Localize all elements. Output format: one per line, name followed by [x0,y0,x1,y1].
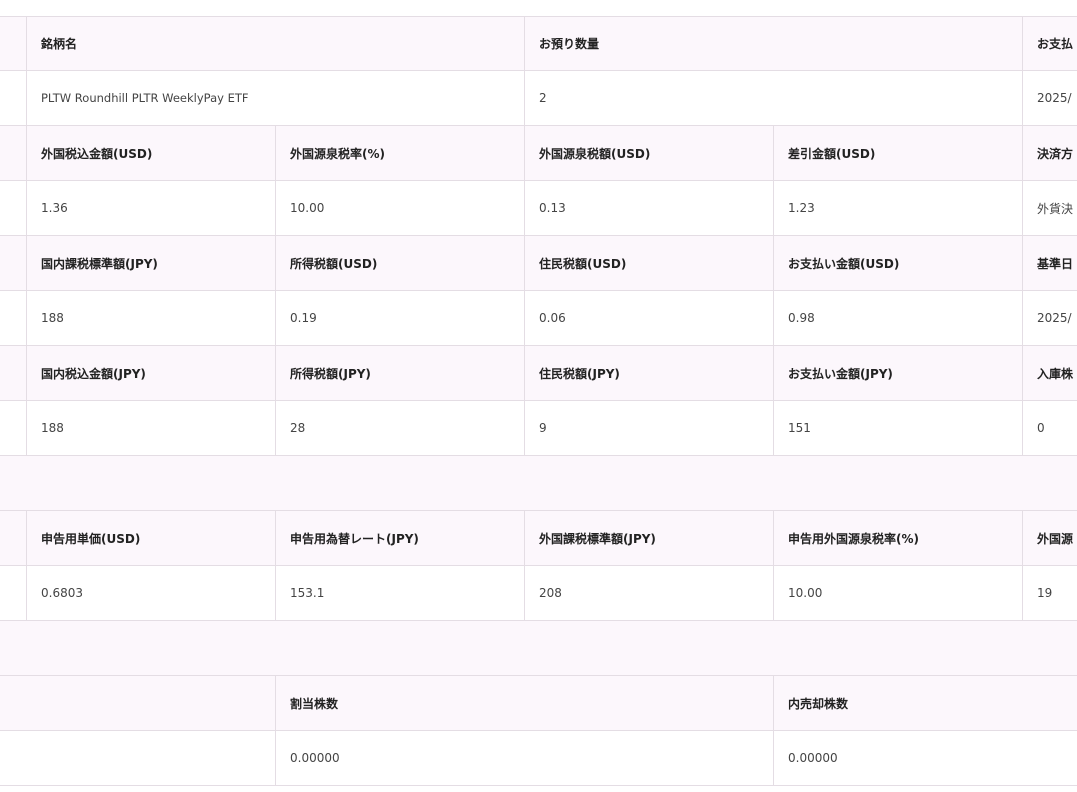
section-separator [0,456,1077,511]
row-spacer [0,181,26,235]
foreign-taxable-jpy-value: 208 [524,566,773,620]
declared-unit-price-usd-value: 0.6803 [26,566,275,620]
foreign-withholding-rate-value: 10.00 [275,181,524,235]
declared-withholding-rate-value: 10.00 [773,566,1022,620]
row-spacer [0,346,26,400]
header-foreign-withholding-rate: 外国源泉税率(%) [275,126,524,180]
net-amount-usd-value: 1.23 [773,181,1022,235]
row-spacer [0,731,275,785]
header-domestic-gross-jpy: 国内税込金額(JPY) [26,346,275,400]
income-tax-usd-value: 0.19 [275,291,524,345]
header-payment-amount-usd: お支払い金額(USD) [773,236,1022,290]
header-payment-date: お支払 [1022,17,1077,70]
table-row: PLTW Roundhill PLTR WeeklyPay ETF 2 2025… [0,71,1077,126]
row-spacer [0,511,26,565]
header-settlement-method: 決済方 [1022,126,1077,180]
row-spacer [0,401,26,455]
table-header-row: 国内税込金額(JPY) 所得税額(JPY) 住民税額(JPY) お支払い金額(J… [0,346,1077,401]
payment-amount-usd-value: 0.98 [773,291,1022,345]
row-spacer [0,566,26,620]
header-shares-received: 入庫株 [1022,346,1077,400]
header-foreign-gross-usd: 外国税込金額(USD) [26,126,275,180]
foreign-withholding-usd-value: 0.13 [524,181,773,235]
table-row: 1.36 10.00 0.13 1.23 外貨決 [0,181,1077,236]
payment-date-value: 2025/ [1022,71,1077,125]
settlement-method-value: 外貨決 [1022,181,1077,235]
table-header-row: 銘柄名 お預り数量 お支払 [0,16,1077,71]
domestic-taxable-jpy-value: 188 [26,291,275,345]
header-foreign-taxable-jpy: 外国課税標準額(JPY) [524,511,773,565]
payment-amount-jpy-value: 151 [773,401,1022,455]
table-row: 0.00000 0.00000 [0,731,1077,786]
header-declared-withholding-rate: 申告用外国源泉税率(%) [773,511,1022,565]
header-quantity-held: お預り数量 [524,17,1022,70]
row-spacer [0,71,26,125]
section-separator [0,621,1077,676]
domestic-gross-jpy-value: 188 [26,401,275,455]
row-spacer [0,291,26,345]
table-header-row: 申告用単価(USD) 申告用為替レート(JPY) 外国課税標準額(JPY) 申告… [0,511,1077,566]
table-row: 188 0.19 0.06 0.98 2025/ [0,291,1077,346]
row-spacer [0,676,275,730]
resident-tax-usd-value: 0.06 [524,291,773,345]
table-row: 0.6803 153.1 208 10.00 19 [0,566,1077,621]
foreign-withholding-jpy-value: 19 [1022,566,1077,620]
header-foreign-withholding-jpy: 外国源 [1022,511,1077,565]
security-name-value: PLTW Roundhill PLTR WeeklyPay ETF [26,71,524,125]
dividend-detail-view: 銘柄名 お預り数量 お支払 PLTW Roundhill PLTR Weekly… [0,0,1077,792]
header-record-date: 基準日 [1022,236,1077,290]
shares-sold-value: 0.00000 [773,731,1077,785]
shares-received-value: 0 [1022,401,1077,455]
row-spacer [0,126,26,180]
dividend-detail-table: 銘柄名 お預り数量 お支払 PLTW Roundhill PLTR Weekly… [0,16,1077,786]
header-resident-tax-usd: 住民税額(USD) [524,236,773,290]
allotted-shares-value: 0.00000 [275,731,773,785]
row-spacer [0,17,26,70]
header-income-tax-jpy: 所得税額(JPY) [275,346,524,400]
header-domestic-taxable-jpy: 国内課税標準額(JPY) [26,236,275,290]
header-declared-unit-price-usd: 申告用単価(USD) [26,511,275,565]
quantity-held-value: 2 [524,71,1022,125]
table-header-row: 外国税込金額(USD) 外国源泉税率(%) 外国源泉税額(USD) 差引金額(U… [0,126,1077,181]
declared-fx-rate-jpy-value: 153.1 [275,566,524,620]
header-allotted-shares: 割当株数 [275,676,773,730]
header-shares-sold: 内売却株数 [773,676,1077,730]
header-security-name: 銘柄名 [26,17,524,70]
header-income-tax-usd: 所得税額(USD) [275,236,524,290]
header-net-amount-usd: 差引金額(USD) [773,126,1022,180]
income-tax-jpy-value: 28 [275,401,524,455]
row-spacer [0,236,26,290]
foreign-gross-usd-value: 1.36 [26,181,275,235]
table-header-row: 国内課税標準額(JPY) 所得税額(USD) 住民税額(USD) お支払い金額(… [0,236,1077,291]
resident-tax-jpy-value: 9 [524,401,773,455]
table-row: 188 28 9 151 0 [0,401,1077,456]
header-payment-amount-jpy: お支払い金額(JPY) [773,346,1022,400]
table-header-row: 割当株数 内売却株数 [0,676,1077,731]
header-resident-tax-jpy: 住民税額(JPY) [524,346,773,400]
header-foreign-withholding-usd: 外国源泉税額(USD) [524,126,773,180]
header-declared-fx-rate-jpy: 申告用為替レート(JPY) [275,511,524,565]
record-date-value: 2025/ [1022,291,1077,345]
